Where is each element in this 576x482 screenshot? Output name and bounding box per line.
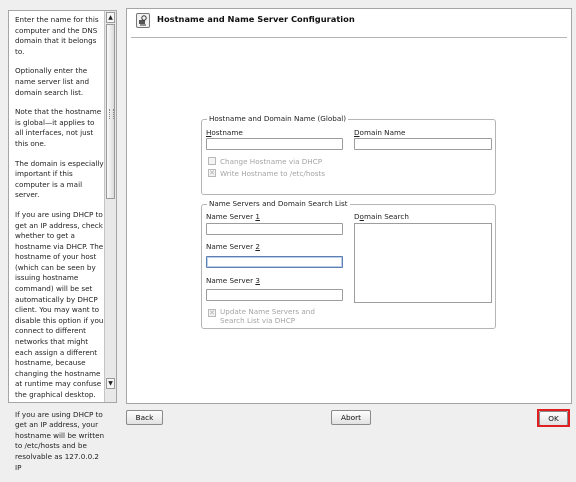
- grip-icon: [109, 109, 114, 119]
- checkbox-label: Update Name Servers and Search List via …: [220, 307, 315, 325]
- check-icon[interactable]: ✕: [208, 169, 216, 177]
- domain-name-label: Domain Name: [354, 128, 406, 137]
- help-paragraph: Optionally enter the name server list an…: [15, 66, 90, 97]
- write-hostname-hosts-checkbox[interactable]: ✕ Write Hostname to /etc/hosts: [208, 169, 325, 178]
- domain-search-label: Domain Search: [354, 212, 409, 221]
- nameserver-group: Name Servers and Domain Search List Name…: [201, 199, 496, 329]
- name-server-3-label: Name Server 3: [206, 276, 260, 285]
- scroll-up-icon[interactable]: ▲: [106, 12, 115, 23]
- hostname-label: Hostname: [206, 128, 243, 137]
- checkbox-box[interactable]: [208, 157, 216, 165]
- page-title: Hostname and Name Server Configuration: [157, 14, 355, 24]
- change-hostname-dhcp-checkbox[interactable]: Change Hostname via DHCP: [208, 157, 322, 166]
- main-pane: Hostname and Name Server Configuration H…: [126, 8, 572, 404]
- scroll-thumb[interactable]: [106, 24, 115, 199]
- checkbox-label: Change Hostname via DHCP: [220, 157, 323, 166]
- help-paragraph: If you are using DHCP to get an IP addre…: [15, 409, 105, 472]
- abort-button[interactable]: Abort: [331, 410, 371, 425]
- help-paragraph: The domain is especially important if th…: [15, 158, 104, 200]
- update-nameservers-dhcp-checkbox[interactable]: ✕ Update Name Servers and Search List vi…: [208, 307, 315, 325]
- group-legend: Hostname and Domain Name (Global): [207, 114, 349, 123]
- check-icon[interactable]: ✕: [208, 309, 216, 317]
- help-text: Enter the name for this computer and the…: [15, 15, 105, 482]
- group-legend: Name Servers and Domain Search List: [207, 199, 350, 208]
- help-paragraph: Note that the hostname is global—it appl…: [15, 107, 102, 148]
- button-label: Abort: [341, 413, 361, 422]
- help-paragraph: If you are using DHCP to get an IP addre…: [15, 209, 104, 399]
- name-server-3-input[interactable]: [206, 289, 343, 301]
- hostname-input[interactable]: [206, 138, 343, 150]
- name-server-1-input[interactable]: [206, 223, 343, 235]
- back-button[interactable]: Back: [126, 410, 163, 425]
- name-server-1-label: Name Server 1: [206, 212, 260, 221]
- hostname-group: Hostname and Domain Name (Global) Hostna…: [201, 114, 496, 195]
- network-settings-icon: [136, 13, 150, 28]
- help-scrollbar[interactable]: ▲ ▼: [104, 11, 116, 402]
- name-server-2-label: Name Server 2: [206, 242, 260, 251]
- name-server-2-input[interactable]: [206, 256, 343, 268]
- help-paragraph: Enter the name for this computer and the…: [15, 15, 99, 56]
- scroll-down-icon[interactable]: ▼: [106, 378, 115, 389]
- checkbox-label: Write Hostname to /etc/hosts: [220, 169, 326, 178]
- domain-search-list[interactable]: [354, 223, 492, 303]
- checkbox-label-line1: Update Name Servers and: [220, 307, 315, 316]
- button-label: Back: [135, 413, 154, 422]
- ok-highlight-box: [537, 409, 570, 427]
- title-bar: Hostname and Name Server Configuration: [127, 9, 571, 36]
- title-divider: [131, 37, 567, 38]
- domain-name-input[interactable]: [354, 138, 492, 150]
- help-pane: Enter the name for this computer and the…: [8, 10, 117, 472]
- checkbox-label-line2: Search List via DHCP: [220, 316, 296, 325]
